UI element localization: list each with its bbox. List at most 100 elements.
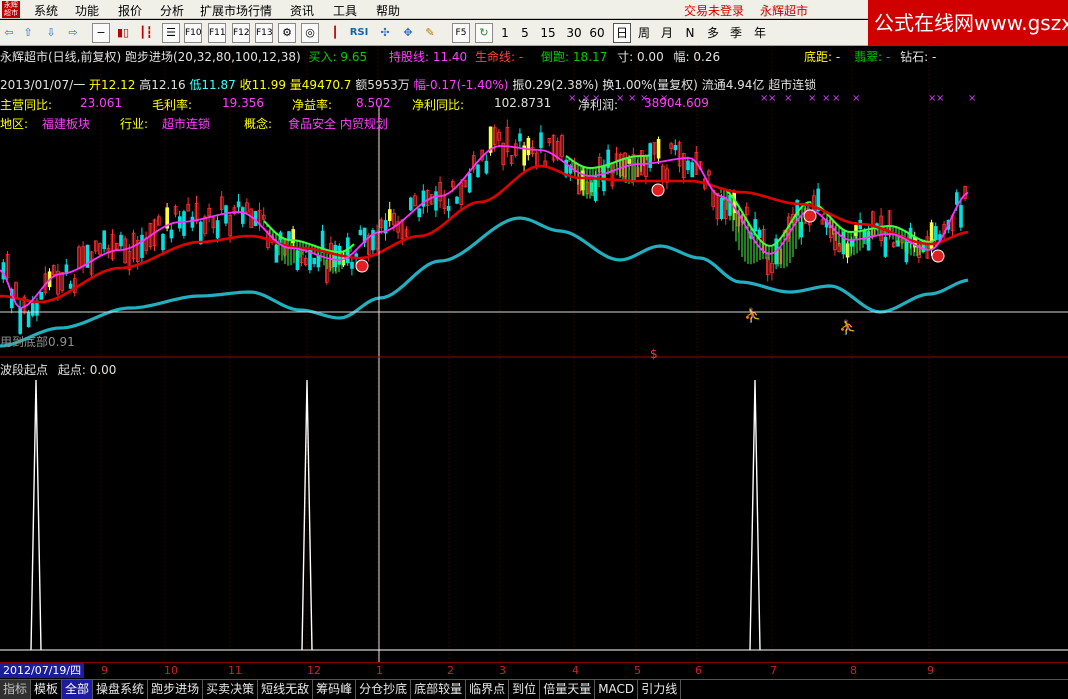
candle-body <box>757 229 762 238</box>
candle-body <box>387 209 392 222</box>
candle-icon[interactable]: ┃┇ <box>137 23 155 43</box>
candle-body <box>161 234 165 251</box>
candle-body <box>119 234 123 247</box>
x-tick: 5 <box>634 664 641 677</box>
x-mark-icon: × <box>968 93 976 104</box>
period-n[interactable]: N <box>683 23 697 43</box>
bottom-info-row: 底距: - 翡翠: - 钻石: - <box>804 48 936 64</box>
bottom-distance-overlay: 用到底部0.91 <box>0 334 75 349</box>
emerald-value: - <box>885 50 891 64</box>
gross-margin-value: 19.356 <box>222 96 264 110</box>
trade-status[interactable]: 交易未登录 <box>684 2 744 19</box>
period-week[interactable]: 周 <box>636 23 652 43</box>
quote-change: 幅-0.17(-1.40%) <box>413 78 509 92</box>
up-icon[interactable]: ⇧ <box>20 23 36 43</box>
roe-label: 净益率: <box>292 98 333 112</box>
menu-function[interactable]: 功能 <box>75 2 99 19</box>
tab-indicators[interactable]: 指标 <box>0 680 32 699</box>
x-tick: 11 <box>228 664 242 677</box>
inch-value: 0.00 <box>636 50 664 64</box>
pencil-icon[interactable]: ✎ <box>421 23 439 43</box>
quote-high: 高12.16 <box>139 78 186 92</box>
current-stock-name: 永辉超市 <box>760 4 809 18</box>
date-axis: 2012/07/19/四 9 10 11 12 1 2 3 4 5 6 7 8 … <box>0 662 1068 678</box>
fall-label: 倒跑: <box>541 50 570 64</box>
tab-bottom-contest[interactable]: 底部较量 <box>411 680 467 699</box>
menu-quote[interactable]: 报价 <box>118 2 142 19</box>
quote-amount: 额5953万 <box>355 78 410 92</box>
grid-lines <box>100 46 930 662</box>
x-mark-icon: × <box>852 93 860 104</box>
menu-analysis[interactable]: 分析 <box>160 2 184 19</box>
f12-icon[interactable]: F12 <box>232 23 250 43</box>
gear-icon[interactable]: ⚙ <box>278 23 296 43</box>
x-tick: 8 <box>850 664 857 677</box>
menu-extended-market[interactable]: 扩展市场行情 <box>200 2 272 19</box>
f13-icon[interactable]: F13 <box>255 23 273 43</box>
menu-system[interactable]: 系统 <box>34 2 58 19</box>
tab-gravity-line[interactable]: 引力线 <box>638 680 682 699</box>
watermark-banner: 公式在线网www.gszx.com.cn <box>868 0 1068 46</box>
period-quarter[interactable]: 季 <box>728 23 744 43</box>
candle-body <box>198 221 203 245</box>
tab-bottom-buy[interactable]: 分仓抄底 <box>356 680 412 699</box>
bar-chart-icon[interactable]: ▮▯ <box>114 23 132 43</box>
runner-icon: ⛹ <box>744 306 761 324</box>
tab-double-volume[interactable]: 倍量天量 <box>540 680 596 699</box>
candle-body <box>190 216 195 228</box>
current-date: 2012/07/19/四 <box>0 663 85 678</box>
tab-chip-peak[interactable]: 筹码峰 <box>313 680 357 699</box>
menu-list-icon[interactable]: ☰ <box>162 23 180 43</box>
f11-icon[interactable]: F11 <box>208 23 226 43</box>
tab-in-place[interactable]: 到位 <box>509 680 541 699</box>
tab-buy-sell[interactable]: 买卖决策 <box>203 680 259 699</box>
diamond-value: - <box>931 50 937 64</box>
x-tick: 3 <box>499 664 506 677</box>
candle-chart-icon[interactable]: ┃ <box>326 23 344 43</box>
refresh-icon[interactable]: ↻ <box>475 23 493 43</box>
quote-float: 流通4.94亿 <box>701 78 765 92</box>
tab-all[interactable]: 全部 <box>62 680 94 699</box>
period-5[interactable]: 5 <box>519 23 531 43</box>
period-60[interactable]: 60 <box>588 23 606 43</box>
menu-help[interactable]: 帮助 <box>376 2 400 19</box>
tab-critical-point[interactable]: 临界点 <box>466 680 510 699</box>
period-15[interactable]: 15 <box>539 23 557 43</box>
period-month[interactable]: 月 <box>659 23 675 43</box>
move-icon[interactable]: ✥ <box>399 23 417 43</box>
period-1[interactable]: 1 <box>499 23 511 43</box>
period-day[interactable]: 日 <box>613 23 631 43</box>
period-multi[interactable]: 多 <box>705 23 721 43</box>
chart-area[interactable]: ⛹⛹× × × × × × × × × × × × × × × × × $ 用到底部0.91 <box>0 46 1068 662</box>
candle-body <box>476 164 480 178</box>
x-mark-icon: × <box>936 93 944 104</box>
period-30[interactable]: 30 <box>565 23 583 43</box>
candle-body <box>140 234 144 258</box>
indicator-icon[interactable]: ◎ <box>301 23 319 43</box>
bottom-distance-label: 底距: <box>804 50 833 64</box>
f10-icon[interactable]: F10 <box>184 23 202 43</box>
menu-info[interactable]: 资讯 <box>290 2 314 19</box>
down-icon[interactable]: ⇩ <box>43 23 59 43</box>
quote-turnover: 换1.00%(量复权) <box>602 78 698 92</box>
tab-run-entry[interactable]: 跑步进场 <box>148 680 204 699</box>
tab-macd[interactable]: MACD <box>595 680 639 699</box>
menu-tools[interactable]: 工具 <box>333 2 357 19</box>
tab-short-term[interactable]: 短线无敌 <box>258 680 314 699</box>
candle-body <box>240 207 245 224</box>
f5-button[interactable]: F5 <box>452 23 470 43</box>
forward-icon[interactable]: ⇨ <box>65 23 81 43</box>
tab-templates[interactable]: 模板 <box>31 680 63 699</box>
candle-body <box>959 205 963 228</box>
x-mark-icon: × <box>784 93 792 104</box>
tab-trading-system[interactable]: 操盘系统 <box>93 680 149 699</box>
arrows-icon[interactable]: ✣ <box>376 23 394 43</box>
minus-icon[interactable]: − <box>92 23 110 43</box>
signal-ball-icon <box>651 183 665 197</box>
candle-body <box>312 257 316 265</box>
rsi-button[interactable]: RSI <box>348 23 370 43</box>
candle-body <box>539 132 543 148</box>
candle-body <box>518 133 522 142</box>
period-year[interactable]: 年 <box>752 23 768 43</box>
back-icon[interactable]: ⇦ <box>1 23 17 43</box>
